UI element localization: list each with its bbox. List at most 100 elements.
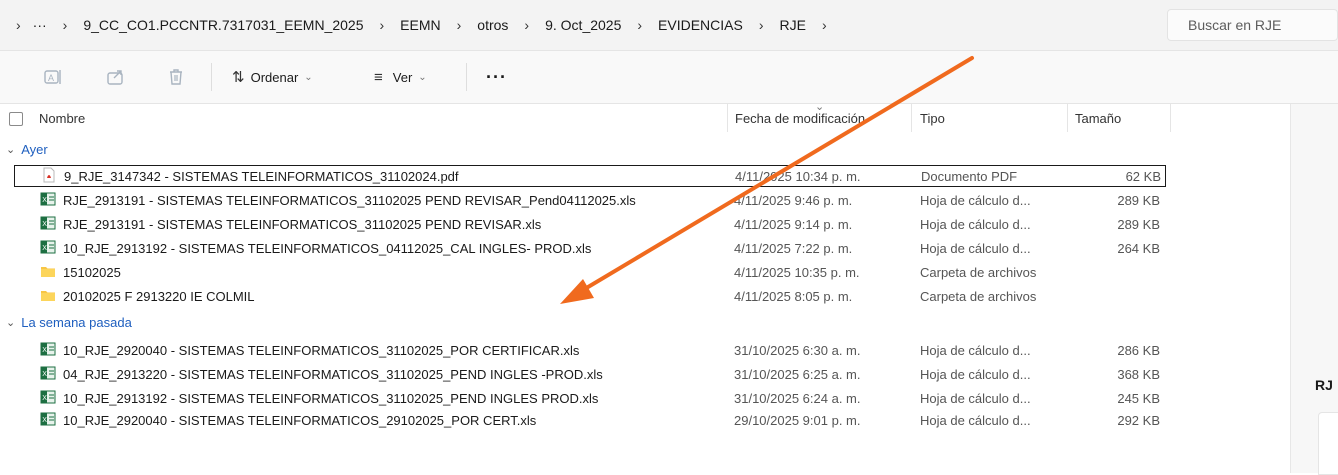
excel-icon: X [40, 365, 56, 384]
more-options-icon: ··· [486, 66, 507, 87]
sort-indicator-icon: ⌄ [815, 101, 825, 113]
share-icon[interactable] [105, 66, 127, 88]
svg-text:X: X [42, 417, 47, 424]
file-date: 4/11/2025 7:22 p. m. [734, 240, 853, 256]
excel-icon: X [40, 215, 56, 234]
folder-row[interactable]: 20102025 F 2913220 IE COLMIL 4/11/2025 8… [14, 285, 1166, 307]
chevron-down-icon: ⌄ [418, 71, 427, 83]
pdf-icon [41, 167, 57, 186]
more-options-button[interactable]: ··· [486, 65, 507, 89]
column-header-name[interactable]: Nombre [39, 104, 85, 132]
file-row[interactable]: X RJE_2913191 - SISTEMAS TELEINFORMATICO… [14, 189, 1166, 211]
column-header-size[interactable]: Tamaño [1075, 104, 1121, 132]
breadcrumb-item[interactable]: EEMN [400, 17, 440, 33]
sort-button[interactable]: ⇅ Ordenar ⌄ [232, 65, 313, 89]
file-name-cell: X RJE_2913191 - SISTEMAS TELEINFORMATICO… [40, 191, 636, 210]
file-name: RJE_2913191 - SISTEMAS TELEINFORMATICOS_… [63, 216, 542, 232]
file-size: 292 KB [1117, 412, 1160, 428]
file-name: 15102025 [63, 264, 121, 280]
file-size: 264 KB [1117, 240, 1160, 256]
chevron-right-icon[interactable]: › [457, 17, 462, 33]
chevron-right-icon[interactable]: › [63, 17, 68, 33]
chevron-right-icon[interactable]: › [524, 17, 529, 33]
search-input[interactable]: Buscar en RJE [1167, 9, 1338, 41]
details-pane-card [1318, 412, 1338, 475]
column-header-date[interactable]: Fecha de modificación [735, 104, 865, 132]
file-name-cell: 15102025 [40, 263, 121, 282]
chevron-right-icon[interactable]: › [822, 17, 827, 33]
view-list-icon: ≡ [374, 68, 383, 86]
breadcrumb-item-current[interactable]: RJE [780, 17, 806, 33]
rename-icon[interactable]: A [42, 66, 64, 88]
file-date: 4/11/2025 9:46 p. m. [734, 192, 853, 208]
file-type: Carpeta de archivos [920, 264, 1037, 280]
file-date: 4/11/2025 9:14 p. m. [734, 216, 853, 232]
file-name: 10_RJE_2913192 - SISTEMAS TELEINFORMATIC… [63, 240, 592, 256]
breadcrumb-item[interactable]: 9_CC_CO1.PCCNTR.7317031_EEMN_2025 [83, 17, 363, 33]
file-row[interactable]: X 10_RJE_2913192 - SISTEMAS TELEINFORMAT… [14, 387, 1166, 409]
file-name: 04_RJE_2913220 - SISTEMAS TELEINFORMATIC… [63, 366, 603, 382]
trash-icon[interactable] [165, 66, 187, 88]
sort-label: Ordenar [250, 69, 299, 85]
excel-icon: X [40, 389, 56, 408]
excel-icon: X [40, 191, 56, 210]
file-size: 368 KB [1117, 366, 1160, 382]
file-row[interactable]: X 10_RJE_2913192 - SISTEMAS TELEINFORMAT… [14, 237, 1166, 259]
column-header-type-label: Tipo [920, 110, 945, 126]
file-row[interactable]: X 10_RJE_2920040 - SISTEMAS TELEINFORMAT… [14, 339, 1166, 361]
column-divider[interactable] [1067, 104, 1068, 132]
file-name-cell: X 10_RJE_2913192 - SISTEMAS TELEINFORMAT… [40, 389, 598, 408]
breadcrumb-item[interactable]: otros [477, 17, 508, 33]
excel-icon: X [40, 239, 56, 258]
group-header-last-week[interactable]: ⌄ La semana pasada [6, 315, 132, 330]
file-name: 10_RJE_2920040 - SISTEMAS TELEINFORMATIC… [63, 412, 537, 428]
file-name: 10_RJE_2920040 - SISTEMAS TELEINFORMATIC… [63, 342, 580, 358]
breadcrumb-more[interactable]: ··· [33, 17, 47, 33]
breadcrumb-item[interactable]: 9. Oct_2025 [545, 17, 621, 33]
search-placeholder: Buscar en RJE [1188, 17, 1282, 33]
file-type: Hoja de cálculo d... [920, 390, 1031, 406]
group-header-yesterday[interactable]: ⌄ Ayer [6, 142, 48, 157]
file-row[interactable]: X 10_RJE_2920040 - SISTEMAS TELEINFORMAT… [14, 409, 1166, 431]
sort-icon: ⇅ [232, 69, 245, 86]
file-name-cell: X 10_RJE_2920040 - SISTEMAS TELEINFORMAT… [40, 341, 579, 360]
folder-icon [40, 263, 56, 282]
svg-text:X: X [42, 221, 47, 228]
file-type: Hoja de cálculo d... [920, 342, 1031, 358]
chevron-right-icon[interactable]: › [759, 17, 764, 33]
folder-row[interactable]: 15102025 4/11/2025 10:35 p. m. Carpeta d… [14, 261, 1166, 283]
breadcrumb-item[interactable]: EVIDENCIAS [658, 17, 743, 33]
file-size: 289 KB [1117, 192, 1160, 208]
column-header-name-label: Nombre [39, 110, 86, 126]
file-date: 4/11/2025 10:35 p. m. [734, 264, 860, 280]
folder-icon [40, 287, 56, 306]
chevron-down-icon: ⌄ [6, 317, 16, 329]
file-type: Hoja de cálculo d... [920, 366, 1031, 382]
chevron-right-icon[interactable]: › [637, 17, 642, 33]
file-row[interactable]: 9_RJE_3147342 - SISTEMAS TELEINFORMATICO… [14, 165, 1166, 187]
group-label: La semana pasada [21, 315, 132, 330]
chevron-right-icon[interactable]: › [380, 17, 385, 33]
file-name: 10_RJE_2913192 - SISTEMAS TELEINFORMATIC… [63, 390, 599, 406]
column-header-type[interactable]: Tipo [920, 104, 945, 132]
column-divider[interactable] [911, 104, 912, 132]
group-label: Ayer [21, 142, 48, 157]
column-divider[interactable] [727, 104, 728, 132]
svg-text:X: X [42, 395, 47, 402]
file-type: Carpeta de archivos [920, 288, 1037, 304]
view-button[interactable]: ≡ Ver ⌄ [374, 65, 427, 89]
file-date: 31/10/2025 6:25 a. m. [734, 366, 861, 382]
file-type: Hoja de cálculo d... [920, 412, 1031, 428]
file-row[interactable]: X 04_RJE_2913220 - SISTEMAS TELEINFORMAT… [14, 363, 1166, 385]
select-all-checkbox[interactable] [9, 112, 23, 126]
file-row[interactable]: X RJE_2913191 - SISTEMAS TELEINFORMATICO… [14, 213, 1166, 235]
file-date: 4/11/2025 8:05 p. m. [734, 288, 853, 304]
view-label: Ver [392, 69, 413, 85]
column-divider[interactable] [1170, 104, 1171, 132]
svg-text:X: X [42, 197, 47, 204]
file-name: RJE_2913191 - SISTEMAS TELEINFORMATICOS_… [63, 192, 636, 208]
column-header-date-label: Fecha de modificación [735, 110, 866, 126]
chevron-right-icon[interactable]: › [16, 17, 21, 33]
address-bar: › ··· › 9_CC_CO1.PCCNTR.7317031_EEMN_202… [0, 0, 1338, 51]
svg-text:A: A [48, 73, 54, 83]
